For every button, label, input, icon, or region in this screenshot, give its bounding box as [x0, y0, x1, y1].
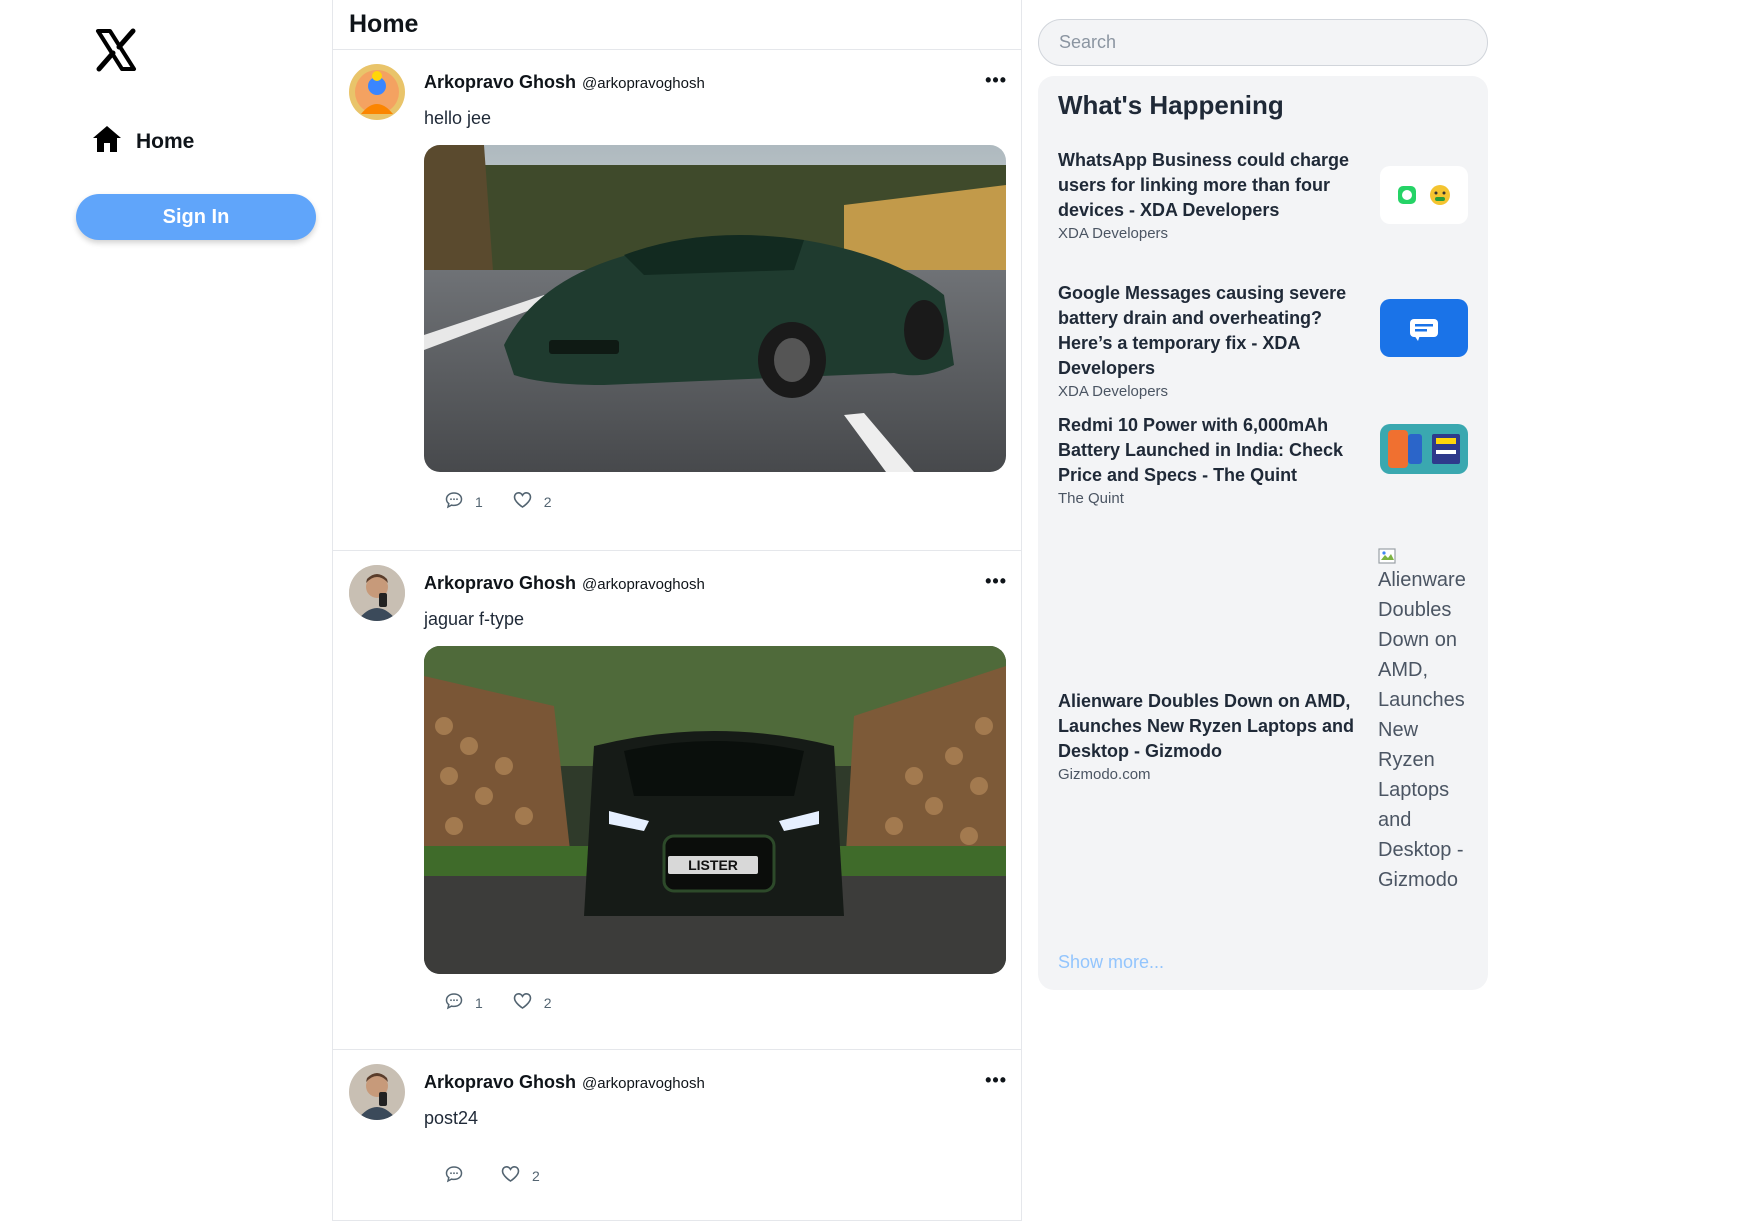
news-thumbnail[interactable]: [1380, 166, 1468, 224]
news-item[interactable]: Alienware Doubles Down on AMD, Launches …: [1058, 545, 1468, 895]
svg-text:LISTER: LISTER: [688, 857, 738, 873]
news-title[interactable]: Redmi 10 Power with 6,000mAh Battery Lau…: [1058, 413, 1374, 488]
like-count: 2: [532, 1167, 540, 1184]
news-thumbnail[interactable]: [1380, 299, 1468, 357]
post-header: Arkopravo Ghosh @arkopravoghosh: [424, 573, 705, 594]
news-text: Google Messages causing severe battery d…: [1058, 281, 1374, 400]
post-author-name[interactable]: Arkopravo Ghosh: [424, 573, 576, 594]
post-actions: 1 2: [445, 491, 552, 512]
news-source: The Quint: [1058, 490, 1124, 507]
page-title: Home: [349, 10, 419, 38]
news-item[interactable]: WhatsApp Business could charge users for…: [1058, 148, 1468, 242]
show-more-link[interactable]: Show more...: [1058, 952, 1164, 973]
post-header: Arkopravo Ghosh @arkopravoghosh: [424, 72, 705, 93]
nav-home-label: Home: [136, 129, 195, 153]
post-actions: 1 2: [445, 992, 552, 1013]
more-options-icon[interactable]: •••: [985, 1070, 1007, 1091]
news-text: Alienware Doubles Down on AMD, Launches …: [1058, 689, 1374, 895]
news-item[interactable]: Google Messages causing severe battery d…: [1058, 281, 1468, 400]
feed: Home Arkopravo Ghosh @arkopravoghosh •••…: [332, 0, 1022, 1221]
post[interactable]: Arkopravo Ghosh @arkopravoghosh ••• jagu…: [333, 551, 1021, 1050]
news-thumbnail[interactable]: [1380, 424, 1468, 474]
news-item[interactable]: Redmi 10 Power with 6,000mAh Battery Lau…: [1058, 413, 1468, 507]
reply-button[interactable]: [445, 1165, 463, 1186]
post-author-handle[interactable]: @arkopravoghosh: [582, 75, 705, 92]
post-image[interactable]: [424, 145, 1006, 472]
post-author-name[interactable]: Arkopravo Ghosh: [424, 72, 576, 93]
sign-in-button[interactable]: Sign In: [76, 194, 316, 240]
broken-image-alt-text: Alienware Doubles Down on AMD, Launches …: [1378, 569, 1466, 891]
heart-icon: [513, 992, 532, 1013]
search-input[interactable]: [1038, 19, 1488, 66]
more-options-icon[interactable]: •••: [985, 70, 1007, 91]
like-count: 2: [543, 493, 552, 510]
like-button[interactable]: 2: [513, 992, 552, 1013]
x-logo-icon[interactable]: [92, 26, 140, 74]
post-text: hello jee: [424, 108, 492, 128]
post-author-name[interactable]: Arkopravo Ghosh: [424, 1072, 576, 1093]
news-source: XDA Developers: [1058, 383, 1169, 400]
post-header: Arkopravo Ghosh @arkopravoghosh: [424, 1072, 705, 1093]
post-actions: 2: [445, 1165, 540, 1186]
post-image[interactable]: LISTER: [424, 646, 1006, 974]
news-text: WhatsApp Business could charge users for…: [1058, 148, 1374, 242]
more-options-icon[interactable]: •••: [985, 571, 1007, 592]
nav-home[interactable]: Home: [92, 124, 194, 159]
avatar[interactable]: [349, 565, 405, 621]
like-button[interactable]: 2: [501, 1165, 540, 1186]
news-source: XDA Developers: [1058, 225, 1169, 242]
like-button[interactable]: 2: [513, 491, 552, 512]
post-text: jaguar f-type: [424, 609, 525, 629]
news-title[interactable]: Google Messages causing severe battery d…: [1058, 281, 1374, 381]
heart-icon: [501, 1165, 520, 1186]
reply-count: 1: [475, 493, 483, 510]
news-text: Redmi 10 Power with 6,000mAh Battery Lau…: [1058, 413, 1374, 507]
feed-header: Home: [333, 0, 1021, 50]
broken-image-alt[interactable]: Alienware Doubles Down on AMD, Launches …: [1378, 545, 1468, 895]
post-text: post24: [424, 1108, 479, 1128]
broken-image-icon: [1378, 545, 1398, 565]
post[interactable]: Arkopravo Ghosh @arkopravoghosh ••• hell…: [333, 50, 1021, 551]
news-title[interactable]: WhatsApp Business could charge users for…: [1058, 148, 1374, 223]
news-source: Gizmodo.com: [1058, 766, 1151, 783]
comment-icon: [445, 1165, 463, 1186]
avatar[interactable]: [349, 64, 405, 120]
comment-icon: [445, 491, 463, 512]
whats-happening-title: What's Happening: [1058, 90, 1284, 120]
news-title[interactable]: Alienware Doubles Down on AMD, Launches …: [1058, 689, 1374, 764]
whats-happening-panel: What's Happening WhatsApp Business could…: [1038, 76, 1488, 990]
comment-icon: [445, 992, 463, 1013]
home-icon: [92, 124, 122, 159]
like-count: 2: [543, 994, 552, 1011]
heart-icon: [513, 491, 532, 512]
left-sidebar: Home Sign In: [0, 0, 332, 1221]
post[interactable]: Arkopravo Ghosh @arkopravoghosh ••• post…: [333, 1050, 1021, 1221]
reply-button[interactable]: 1: [445, 491, 483, 512]
reply-button[interactable]: 1: [445, 992, 483, 1013]
avatar[interactable]: [349, 1064, 405, 1120]
reply-count: 1: [475, 994, 483, 1011]
post-author-handle[interactable]: @arkopravoghosh: [582, 1075, 705, 1092]
post-author-handle[interactable]: @arkopravoghosh: [582, 576, 705, 593]
